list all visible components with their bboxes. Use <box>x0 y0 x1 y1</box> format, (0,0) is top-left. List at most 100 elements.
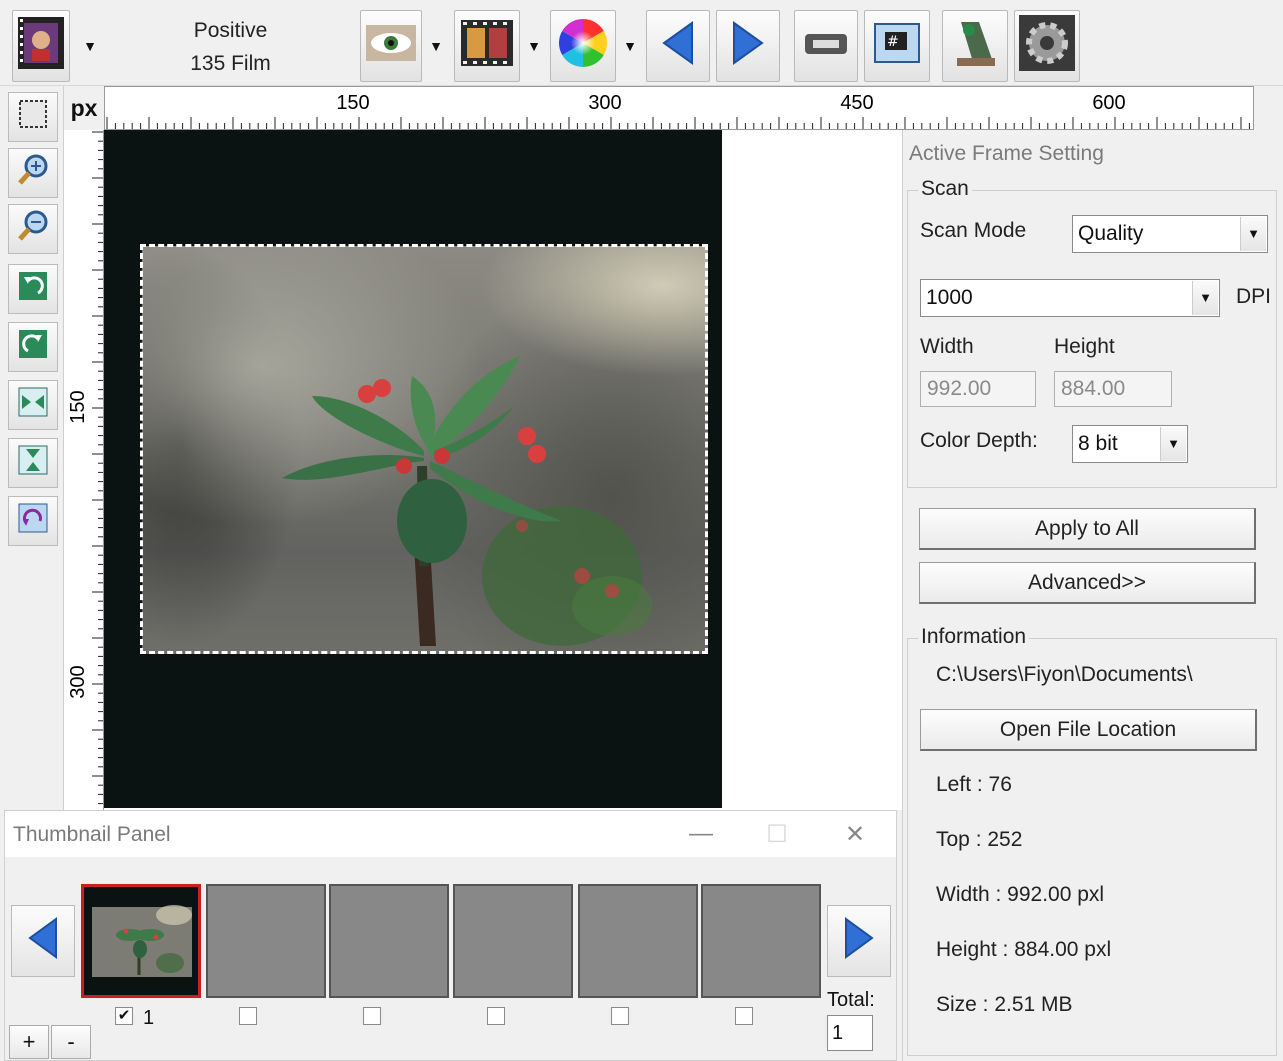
h-ruler-label-150: 150 <box>336 92 369 114</box>
film-mode-text: Positive <box>193 19 268 42</box>
v-ruler-label-150: 150 <box>67 390 89 423</box>
frame-4-checkbox[interactable] <box>487 1007 505 1025</box>
frame-6-checkbox[interactable] <box>735 1007 753 1025</box>
scan-mode-value: Quality <box>1078 222 1144 245</box>
filmstrip-dropdown[interactable]: ▼ <box>524 10 544 82</box>
filmstrip-button[interactable] <box>454 10 520 82</box>
previous-arrow-icon <box>26 917 60 965</box>
info-left: Left : 76 <box>936 773 1012 796</box>
film-type-icon <box>16 13 66 79</box>
info-top: Top : 252 <box>936 828 1023 851</box>
color-depth-value: 8 bit <box>1078 432 1118 455</box>
stamp-button[interactable] <box>942 10 1008 82</box>
frame-1-label: 1 <box>143 1007 155 1029</box>
information-group-label: Information <box>918 625 1030 649</box>
color-depth-label: Color Depth: <box>920 429 1038 452</box>
width-field: 992.00 <box>920 371 1036 407</box>
film-type-label: Positive 135 Film <box>108 14 353 80</box>
thumbnail-frame-4[interactable] <box>453 884 573 998</box>
minimize-button[interactable]: — <box>681 817 721 851</box>
thumbnail-frame-2[interactable] <box>206 884 326 998</box>
frame-1-checkbox[interactable]: ✔ <box>115 1007 133 1025</box>
panel-title: Active Frame Setting <box>909 142 1104 165</box>
info-height: Height : 884.00 pxl <box>936 938 1112 961</box>
thumbnail-panel-title: Thumbnail Panel <box>13 823 171 846</box>
add-frame-button[interactable]: + <box>9 1025 49 1059</box>
crop-selection-frame[interactable] <box>140 244 708 654</box>
reset-icon <box>16 501 50 541</box>
scan-mode-select[interactable]: Quality ▼ <box>1072 215 1268 253</box>
apply-to-all-button[interactable]: Apply to All <box>919 508 1256 550</box>
chevron-down-icon[interactable]: ▼ <box>1160 427 1186 461</box>
frame-number-icon: # <box>873 20 921 72</box>
vertical-ruler-ticks: 150 300 <box>67 131 103 805</box>
zoom-in-icon <box>16 153 50 193</box>
open-file-location-button[interactable]: Open File Location <box>920 709 1257 751</box>
thumbnail-prev-button[interactable] <box>11 905 75 977</box>
height-field: 884.00 <box>1054 371 1172 407</box>
preview-button[interactable] <box>360 10 422 82</box>
advanced-button[interactable]: Advanced>> <box>919 562 1256 604</box>
previous-frame-button[interactable] <box>646 10 710 82</box>
maximize-button[interactable]: ☐ <box>757 817 797 851</box>
active-frame-setting-panel: Active Frame Setting Scan Scan Mode Qual… <box>902 130 1279 1061</box>
thumbnail-panel: Thumbnail Panel — ☐ ✕ ✔ 1 + - Total: 1 <box>4 810 897 1061</box>
filmstrip-icon <box>459 18 515 74</box>
frame-number-button[interactable]: # <box>864 10 930 82</box>
frame-5-checkbox[interactable] <box>611 1007 629 1025</box>
main-toolbar: ▼ Positive 135 Film ▼ ▼ ▼ # <box>0 0 1283 86</box>
dpi-unit-label: DPI <box>1236 285 1272 308</box>
select-rect-button[interactable] <box>8 92 58 142</box>
next-frame-button[interactable] <box>716 10 780 82</box>
dpi-value: 1000 <box>926 286 973 309</box>
thumbnail-frame-3[interactable] <box>329 884 449 998</box>
rotate-right-icon <box>16 327 50 367</box>
thumbnail-frame-5[interactable] <box>578 884 698 998</box>
thumbnail-photo <box>84 887 198 995</box>
flip-vertical-button[interactable] <box>8 438 58 488</box>
color-adjust-button[interactable] <box>550 10 616 82</box>
horizontal-ruler-ticks: 150 300 450 600 <box>106 92 1250 129</box>
settings-button[interactable] <box>1014 10 1080 82</box>
film-type-dropdown[interactable]: ▼ <box>80 10 100 82</box>
horizontal-ruler: 150 300 450 600 <box>104 86 1254 130</box>
rotate-right-button[interactable] <box>8 322 58 372</box>
remove-frame-button[interactable]: - <box>51 1025 91 1059</box>
thumbnail-next-button[interactable] <box>827 905 891 977</box>
info-width: Width : 992.00 pxl <box>936 883 1105 906</box>
thumbnail-frame-6[interactable] <box>701 884 821 998</box>
stamp-icon <box>953 18 997 74</box>
frame-2-checkbox[interactable] <box>239 1007 257 1025</box>
thumbnail-titlebar: Thumbnail Panel — ☐ ✕ <box>5 811 896 857</box>
color-wheel-icon <box>557 17 609 75</box>
previous-arrow-icon <box>660 21 696 71</box>
reset-button[interactable] <box>8 496 58 546</box>
dpi-select[interactable]: 1000 ▼ <box>920 279 1220 317</box>
chevron-down-icon[interactable]: ▼ <box>1240 217 1266 251</box>
h-ruler-label-450: 450 <box>840 92 873 114</box>
zoom-out-button[interactable] <box>8 204 58 254</box>
film-type-button[interactable] <box>12 10 70 82</box>
chevron-down-icon[interactable]: ▼ <box>1192 281 1218 315</box>
info-size: Size : 2.51 MB <box>936 993 1073 1016</box>
frame-3-checkbox[interactable] <box>363 1007 381 1025</box>
preview-canvas[interactable] <box>104 130 904 810</box>
rotate-left-button[interactable] <box>8 264 58 314</box>
color-depth-select[interactable]: 8 bit ▼ <box>1072 425 1188 463</box>
close-button[interactable]: ✕ <box>835 817 875 851</box>
h-ruler-label-600: 600 <box>1092 92 1125 114</box>
h-ruler-label-300: 300 <box>588 92 621 114</box>
settings-gear-icon <box>1019 15 1075 77</box>
flip-horizontal-button[interactable] <box>8 380 58 430</box>
flip-horizontal-icon <box>16 385 50 425</box>
flip-vertical-icon <box>16 443 50 483</box>
color-adjust-dropdown[interactable]: ▼ <box>620 10 640 82</box>
scan-button[interactable] <box>794 10 858 82</box>
preview-dropdown[interactable]: ▼ <box>426 10 446 82</box>
zoom-in-button[interactable] <box>8 148 58 198</box>
select-rect-icon <box>16 97 50 137</box>
information-group: Information C:\Users\Fiyon\Documents\ Op… <box>907 625 1277 1056</box>
scan-group: Scan Scan Mode Quality ▼ 1000 ▼ DPI Widt… <box>907 177 1277 488</box>
scan-mode-label: Scan Mode <box>920 219 1027 242</box>
thumbnail-frame-1[interactable] <box>81 884 201 998</box>
